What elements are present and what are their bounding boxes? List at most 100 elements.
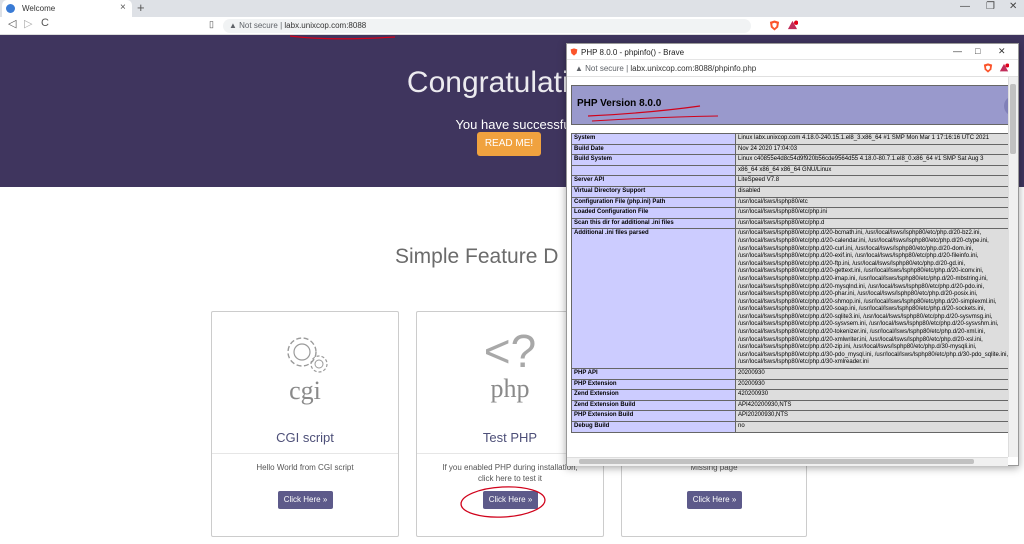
url-text: labx.unixcop.com:8088 — [284, 21, 367, 30]
php-row: PHP Extension Build API20200930,NTS — [571, 410, 1008, 422]
cgi-click-here-button[interactable]: Click Here » — [278, 491, 333, 509]
new-tab-button[interactable]: + — [137, 0, 145, 15]
php-key-cell: Zend Extension — [571, 389, 736, 401]
php-click-here-button[interactable]: Click Here » — [483, 491, 538, 509]
php-value-cell: /usr/local/lsws/lsphp80/etc — [735, 196, 1008, 209]
popup-minimize-button[interactable]: — — [953, 46, 962, 56]
php-key-cell: Additional .ini files parsed — [571, 228, 736, 370]
ini-file-line: /usr/local/lsws/lsphp80/etc/php.d/30-pdo… — [738, 351, 1008, 358]
ini-file-line: /usr/local/lsws/lsphp80/etc/php.d/20-tok… — [738, 329, 986, 336]
ini-file-line: /usr/local/lsws/lsphp80/etc/php.d/20-zip… — [738, 344, 977, 351]
phpinfo-content[interactable]: PHP Version 8.0.0 System Linux labx.unixc… — [567, 77, 1008, 457]
php-key-cell: System — [571, 133, 736, 145]
card-divider — [212, 453, 398, 454]
not-secure-label: Not secure — [239, 21, 278, 30]
php-key-cell: Configuration File (php.ini) Path — [571, 196, 736, 209]
php-key-cell: Zend Extension Build — [571, 399, 736, 412]
brave-shield-icon[interactable] — [983, 63, 993, 73]
brave-rewards-icon[interactable] — [787, 20, 798, 31]
minimize-button[interactable]: — — [960, 1, 970, 12]
popup-address-bar[interactable]: ▲ Not secure | labx.unixcop.com:8088/php… — [567, 60, 1018, 77]
vertical-scroll-thumb[interactable] — [1010, 84, 1016, 154]
php-value-cell: API20200930,NTS — [735, 410, 1008, 422]
close-window-button[interactable]: ✕ — [1009, 1, 1017, 12]
php-key-cell: Server API — [571, 175, 736, 187]
restore-button[interactable]: ❐ — [986, 1, 995, 12]
php-value-cell: Linux c40855e4d8c54d9f920b56cde9564d55 4… — [735, 154, 1008, 166]
readme-button[interactable]: READ ME! — [477, 132, 541, 156]
php-key-cell: PHP Extension — [571, 378, 736, 391]
php-value-cell: Linux labx.unixcop.com 4.18.0-240.15.1.e… — [735, 133, 1008, 145]
php-row: Debug Build no — [571, 421, 1008, 433]
cgi-icon-label: cgi — [289, 376, 321, 405]
forward-button[interactable]: ▷ — [24, 17, 32, 30]
phpinfo-window: PHP 8.0.0 - phpinfo() - Brave — □ ✕ ▲ No… — [566, 43, 1019, 466]
php-value-cell: x86_64 x86_64 x86_64 GNU/Linux — [735, 164, 1008, 177]
php-value-cell: 20200930 — [735, 378, 1008, 391]
php-value-cell: API420200930,NTS — [735, 399, 1008, 412]
php-row: Server API LiteSpeed V7.8 — [571, 175, 1008, 187]
missing-click-here-button[interactable]: Click Here » — [687, 491, 742, 509]
php-key-cell: Build Date — [571, 143, 736, 156]
php-key-cell: PHP Extension Build — [571, 410, 736, 422]
popup-close-button[interactable]: ✕ — [998, 46, 1006, 57]
tab-welcome[interactable]: Welcome — [2, 0, 132, 17]
ini-file-line: /usr/local/lsws/lsphp80/etc/php.d/20-cur… — [738, 245, 974, 252]
horizontal-scroll-thumb[interactable] — [579, 459, 974, 464]
popup-titlebar: PHP 8.0.0 - phpinfo() - Brave — [567, 44, 1018, 60]
ini-file-line: /usr/local/lsws/lsphp80/etc/php.d/20-ima… — [738, 275, 988, 282]
php-key-cell: Virtual Directory Support — [571, 185, 736, 198]
php-value-cell: no — [735, 421, 1008, 433]
back-button[interactable]: ◁ — [8, 17, 16, 30]
php-value-cell: disabled — [735, 185, 1008, 198]
reload-button[interactable]: C — [41, 17, 49, 29]
ini-file-line: /usr/local/lsws/lsphp80/etc/php.d/20-cal… — [738, 237, 989, 244]
php-key-cell — [571, 164, 736, 177]
address-bar[interactable]: ▲ Not secure | labx.unixcop.com:8088 — [223, 19, 751, 33]
php-key-cell: PHP API — [571, 368, 736, 380]
php-row: Scan this dir for additional .ini files /… — [571, 217, 1008, 230]
ini-file-line: /usr/local/lsws/lsphp80/etc/php.d/20-xml… — [738, 336, 983, 343]
php-value-cell: 420200930 — [735, 389, 1008, 401]
php-row-ini-files: Additional .ini files parsed/usr/local/l… — [571, 228, 1008, 370]
feature-card-cgi: cgi CGI script Hello World from CGI scri… — [211, 311, 399, 537]
popup-title: PHP 8.0.0 - phpinfo() - Brave — [581, 48, 685, 57]
bookmark-icon[interactable]: ▯ — [209, 19, 214, 30]
card-title: CGI script — [276, 430, 334, 445]
php-row: PHP API 20200930 — [571, 368, 1008, 380]
php-value-cell: /usr/local/lsws/lsphp80/etc/php.d/20-bcm… — [735, 228, 1008, 370]
php-row: Build System Linux c40855e4d8c54d9f920b56… — [571, 154, 1008, 166]
ini-file-line: /usr/local/lsws/lsphp80/etc/php.d/20-sql… — [738, 313, 993, 320]
php-value-cell: /usr/local/lsws/lsphp80/etc/php.d — [735, 217, 1008, 230]
php-version-header: PHP Version 8.0.0 — [571, 85, 1008, 125]
php-key-cell: Debug Build — [571, 421, 736, 433]
gears-icon — [287, 337, 328, 373]
php-value-cell: Nov 24 2020 17:04:03 — [735, 143, 1008, 156]
brave-logo-icon — [570, 48, 578, 56]
ini-file-line: /usr/local/lsws/lsphp80/etc/php.d/20-exi… — [738, 253, 979, 260]
php-value-cell: 20200930 — [735, 368, 1008, 380]
ini-file-line: /usr/local/lsws/lsphp80/etc/php.d/20-mys… — [738, 283, 985, 290]
card-description: Hello World from CGI script — [256, 463, 354, 472]
not-secure-label: Not secure — [585, 64, 624, 73]
ini-file-line: /usr/local/lsws/lsphp80/etc/php.d/20-get… — [738, 268, 984, 275]
php-value-cell: LiteSpeed V7.8 — [735, 175, 1008, 187]
ini-file-line: /usr/local/lsws/lsphp80/etc/php.d/20-ftp… — [738, 260, 966, 267]
ini-file-line: /usr/local/lsws/lsphp80/etc/php.d/20-soa… — [738, 306, 986, 313]
globe-icon — [6, 4, 15, 13]
php-row: Virtual Directory Support disabled — [571, 185, 1008, 198]
php-row: Loaded Configuration File/usr/local/lsws… — [571, 207, 1008, 219]
php-key-cell: Loaded Configuration File — [571, 207, 736, 219]
brave-rewards-icon[interactable] — [999, 63, 1009, 73]
popup-maximize-button[interactable]: □ — [975, 46, 980, 56]
php-row: Zend Extension Build API420200930,NTS — [571, 399, 1008, 412]
php-key-cell: Scan this dir for additional .ini files — [571, 217, 736, 230]
php-row: Build Date Nov 24 2020 17:04:03 — [571, 143, 1008, 156]
tab-close-icon[interactable]: × — [120, 2, 126, 13]
ini-file-line: /usr/local/lsws/lsphp80/etc/php.d/20-bcm… — [738, 230, 982, 237]
php-row: Configuration File (php.ini) Path/usr/lo… — [571, 196, 1008, 209]
brave-shield-icon[interactable] — [769, 20, 780, 31]
warning-icon: ▲ — [229, 21, 237, 30]
ini-file-line: /usr/local/lsws/lsphp80/etc/php.d/30-xml… — [738, 359, 869, 366]
php-version-title: PHP Version 8.0.0 — [577, 98, 662, 109]
